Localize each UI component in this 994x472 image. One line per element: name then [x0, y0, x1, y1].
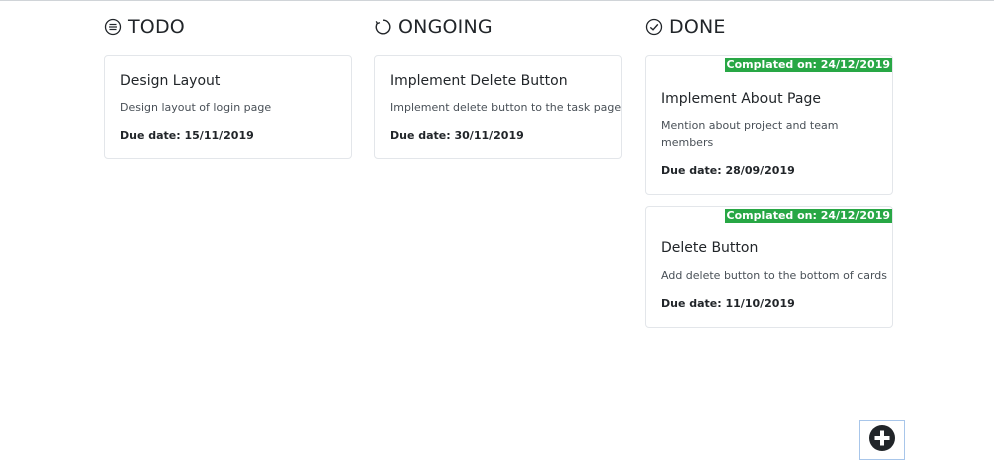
refresh-icon: [374, 18, 392, 36]
task-due-date: Due date: 30/11/2019: [390, 129, 524, 142]
list-circle-icon: [104, 18, 122, 36]
task-due-date: Due date: 15/11/2019: [120, 129, 254, 142]
column-title-todo: TODO: [128, 16, 185, 38]
task-description: Mention about project and team members: [661, 119, 839, 149]
task-description: Implement delete button to the task page: [390, 101, 622, 114]
task-description: Design layout of login page: [120, 101, 272, 114]
add-task-button[interactable]: [859, 420, 905, 460]
completed-badge: Complated on: 24/12/2019: [724, 58, 892, 72]
column-title-done: DONE: [669, 16, 726, 38]
task-title: Design Layout: [120, 73, 221, 89]
completed-badge: Complated on: 24/12/2019: [724, 209, 892, 223]
column-header-todo: TODO: [104, 12, 185, 42]
column-title-ongoing: ONGOING: [398, 16, 493, 38]
task-title: Implement About Page: [661, 91, 821, 107]
column-header-done: DONE: [645, 12, 726, 42]
task-card[interactable]: Complated on: 24/12/2019 Delete Button A…: [645, 206, 893, 328]
task-due-date: Due date: 28/09/2019: [661, 164, 795, 177]
plus-circle-icon: [868, 424, 896, 456]
column-header-ongoing: ONGOING: [374, 12, 493, 42]
task-card[interactable]: Complated on: 24/12/2019 Implement About…: [645, 55, 893, 195]
task-title: Delete Button: [661, 240, 759, 256]
task-due-date: Due date: 11/10/2019: [661, 297, 795, 310]
check-circle-icon: [645, 18, 663, 36]
task-title: Implement Delete Button: [390, 73, 568, 89]
task-board: TODO Design Layout Design layout of logi…: [0, 0, 994, 472]
task-card[interactable]: Implement Delete Button Implement delete…: [374, 55, 622, 159]
task-description: Add delete button to the bottom of cards: [661, 269, 888, 282]
task-card[interactable]: Design Layout Design layout of login pag…: [104, 55, 352, 159]
